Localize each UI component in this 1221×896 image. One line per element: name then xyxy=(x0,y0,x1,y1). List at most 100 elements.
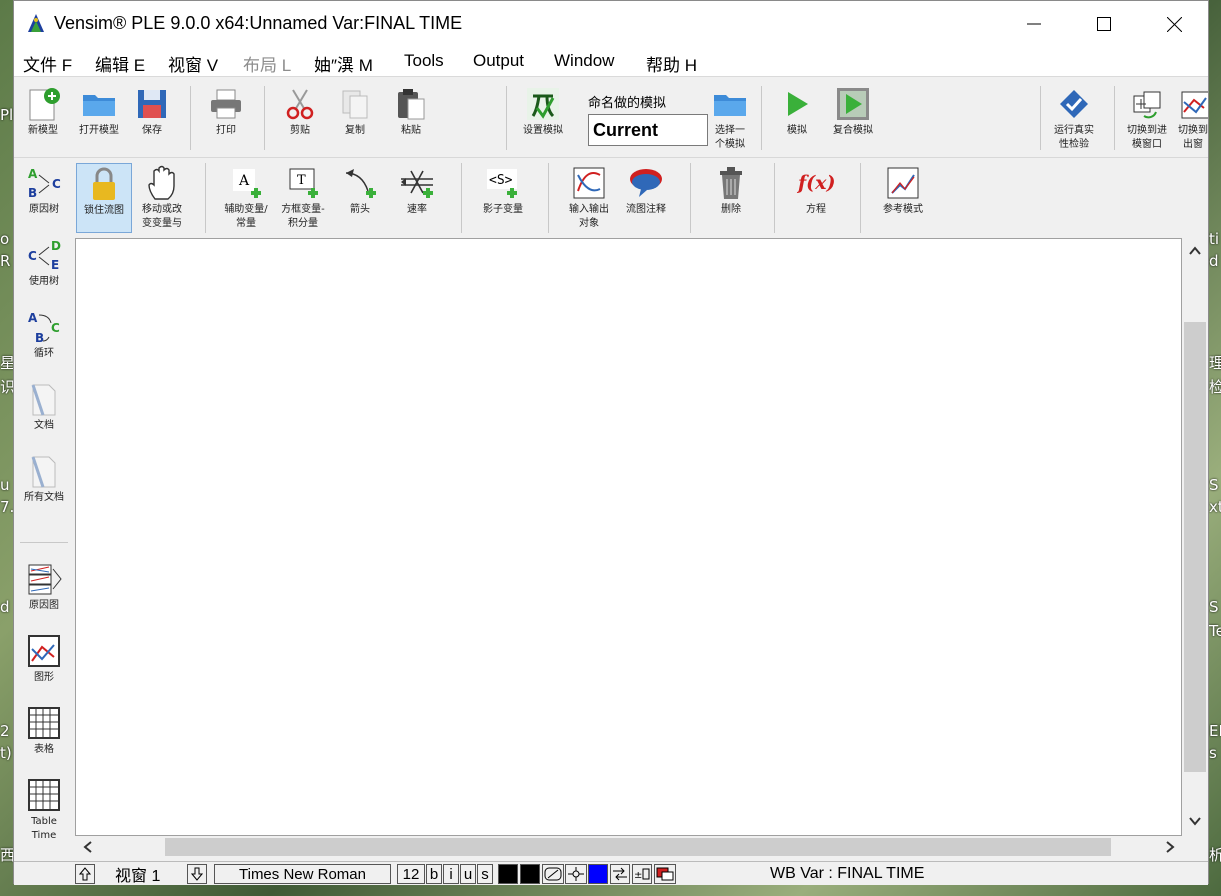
open-model-button[interactable]: 打开模型 xyxy=(77,84,121,138)
loops-button[interactable]: ACB 循环 xyxy=(20,307,68,361)
choose-simulation-button[interactable]: 选择一 个模拟 xyxy=(710,84,750,152)
svg-text:E: E xyxy=(51,258,59,272)
text-color-button[interactable] xyxy=(498,864,518,884)
move-size-label-2: 变变量与 xyxy=(142,218,182,229)
new-model-button[interactable]: 新模型 xyxy=(23,84,63,138)
table-label: 表格 xyxy=(34,744,54,755)
shadow-variable-button[interactable]: <S> 影子变量 xyxy=(478,163,528,217)
minimize-button[interactable] xyxy=(999,1,1069,47)
sketch-comment-button[interactable]: 流图注释 xyxy=(620,163,672,217)
horizontal-scrollbar[interactable] xyxy=(75,836,1182,858)
scroll-down-icon[interactable] xyxy=(1189,816,1201,826)
save-icon xyxy=(138,90,166,118)
reference-mode-button[interactable]: 参考模式 xyxy=(876,163,930,217)
trash-icon xyxy=(720,167,742,199)
underline-button[interactable]: u xyxy=(460,864,476,884)
fill-color-button[interactable] xyxy=(588,864,608,884)
setup-simulation-button[interactable]: 设置模拟 xyxy=(518,84,568,138)
delete-button[interactable]: 删除 xyxy=(709,163,753,217)
shape-button[interactable] xyxy=(542,864,564,884)
position-button[interactable] xyxy=(565,864,587,884)
cut-button[interactable]: 剪贴 xyxy=(280,84,320,138)
font-size-selector[interactable]: 12 xyxy=(397,864,425,884)
menu-window[interactable]: Window xyxy=(554,51,614,71)
strikethrough-button[interactable]: s xyxy=(477,864,493,884)
box-variable-label-2: 积分量 xyxy=(288,218,318,229)
menu-tools[interactable]: Tools xyxy=(404,51,444,71)
switch-workbench-label-1: 切换到进 xyxy=(1127,125,1167,136)
causes-tree-button[interactable]: AB C 原因树 xyxy=(20,163,68,217)
copy-button[interactable]: 复制 xyxy=(335,84,375,138)
print-button[interactable]: 打印 xyxy=(206,84,246,138)
variable-auxiliary-label-1: 辅助变量/ xyxy=(224,204,268,215)
polarity-button[interactable]: ± xyxy=(632,864,652,884)
switch-output-label-2: 出窗 xyxy=(1183,139,1203,150)
desktop-text: 析 xyxy=(1209,846,1221,864)
table-time-icon xyxy=(28,779,60,811)
uses-tree-icon: CDE xyxy=(28,239,61,272)
save-button[interactable]: 保存 xyxy=(132,84,172,138)
table-time-label-1: Table xyxy=(31,816,57,827)
vertical-scrollbar[interactable] xyxy=(1182,238,1208,836)
line-color-button[interactable] xyxy=(520,864,540,884)
title-bar[interactable]: Vensim® PLE 9.0.0 x64:Unnamed Var:FINAL … xyxy=(14,1,1208,47)
vertical-scroll-thumb[interactable] xyxy=(1184,322,1206,772)
italic-button[interactable]: i xyxy=(443,864,459,884)
document-button[interactable]: 文档 xyxy=(20,379,68,433)
menu-output[interactable]: Output xyxy=(473,51,524,71)
menu-view[interactable]: 视窗 V xyxy=(168,51,218,76)
simulate-button[interactable]: 模拟 xyxy=(777,84,817,138)
switch-output-label-1: 切换到 xyxy=(1178,125,1208,136)
variable-icon: A xyxy=(233,169,261,198)
arrow-style-button[interactable] xyxy=(610,864,630,884)
table-time-button[interactable]: Table Time xyxy=(20,775,68,843)
desktop-text: Te xyxy=(1209,622,1221,640)
hide-show-button[interactable] xyxy=(654,864,676,884)
horizontal-scroll-thumb[interactable] xyxy=(165,838,1111,856)
scroll-up-icon[interactable] xyxy=(1189,246,1201,256)
variable-auxiliary-button[interactable]: A 辅助变量/ 常量 xyxy=(220,163,272,231)
desktop-text: ti xyxy=(1209,230,1220,248)
synthesim-button[interactable]: 复合模拟 xyxy=(828,84,878,138)
io-object-button[interactable]: 输入输出 对象 xyxy=(564,163,614,231)
scroll-right-icon[interactable] xyxy=(1165,841,1175,853)
menu-file[interactable]: 文件 F xyxy=(23,51,72,76)
synthesim-label: 复合模拟 xyxy=(833,125,873,136)
position-icon xyxy=(568,867,584,881)
scroll-left-icon[interactable] xyxy=(83,841,93,853)
move-size-button[interactable]: 移动或改 变变量与 xyxy=(136,163,188,231)
equation-button[interactable]: f(x) 方程 xyxy=(794,163,838,217)
view-down-button[interactable] xyxy=(187,864,207,884)
lock-sketch-button[interactable]: 锁住流图 xyxy=(76,163,132,233)
document-icon xyxy=(31,384,56,416)
rate-tool-button[interactable]: 速率 xyxy=(393,163,441,217)
desktop-text: S xyxy=(1209,598,1219,616)
menu-edit[interactable]: 编辑 E xyxy=(95,51,145,76)
simulation-name-input[interactable] xyxy=(588,114,708,146)
reality-check-label-2: 性检验 xyxy=(1059,139,1089,150)
all-documents-button[interactable]: 所有文档 xyxy=(20,451,68,505)
uses-tree-button[interactable]: CDE 使用树 xyxy=(20,235,68,289)
bold-button[interactable]: b xyxy=(426,864,442,884)
print-label: 打印 xyxy=(216,125,236,136)
choose-simulation-label-2: 个模拟 xyxy=(715,139,745,150)
paste-button[interactable]: 粘贴 xyxy=(391,84,431,138)
menu-layout[interactable]: 布局 L xyxy=(243,51,291,76)
close-button[interactable] xyxy=(1139,1,1209,47)
menu-model[interactable]: 妯″潩 M xyxy=(314,51,373,76)
desktop-text: EI xyxy=(1209,722,1221,740)
font-selector[interactable]: Times New Roman xyxy=(214,864,391,884)
switch-workbench-button[interactable]: 切换到进 模窗口 xyxy=(1122,84,1172,152)
switch-output-button[interactable]: 切换到 出窗 xyxy=(1178,84,1208,152)
graph-button[interactable]: 图形 xyxy=(20,631,68,685)
causes-strip-button[interactable]: 原因图 xyxy=(20,559,68,613)
sketch-comment-label: 流图注释 xyxy=(626,204,666,215)
view-up-button[interactable] xyxy=(75,864,95,884)
arrow-tool-button[interactable]: 箭头 xyxy=(336,163,384,217)
box-variable-button[interactable]: T 方框变量- 积分量 xyxy=(277,163,329,231)
maximize-button[interactable] xyxy=(1069,1,1139,47)
table-button[interactable]: 表格 xyxy=(20,703,68,757)
reality-check-button[interactable]: 运行真实 性检验 xyxy=(1048,84,1100,152)
menu-help[interactable]: 帮助 H xyxy=(646,51,697,76)
sketch-canvas[interactable] xyxy=(75,238,1182,836)
